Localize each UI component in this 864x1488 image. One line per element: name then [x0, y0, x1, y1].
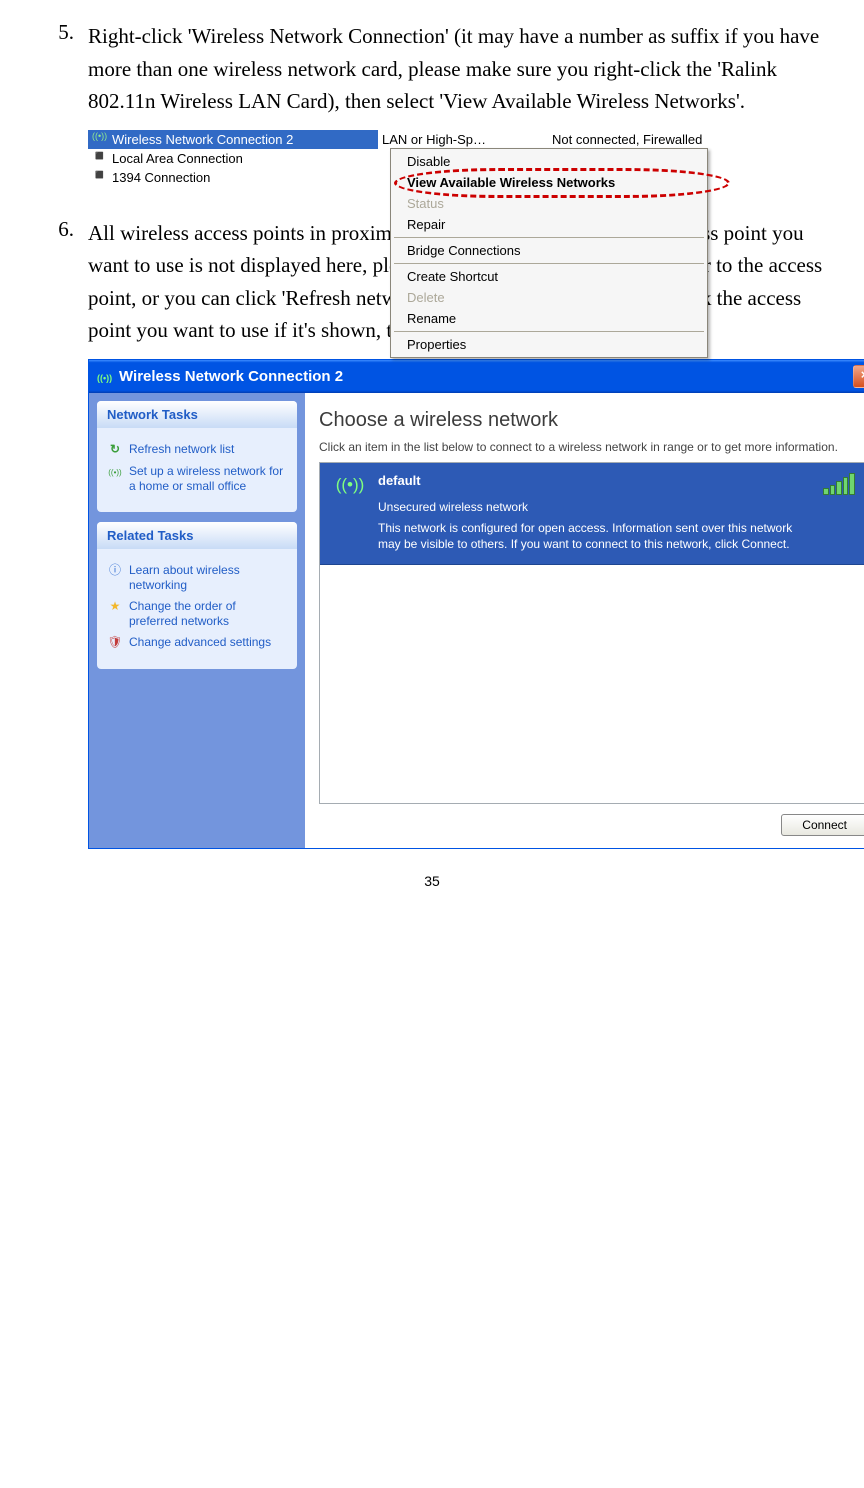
learn-wireless[interactable]: Learn about wireless networking: [107, 563, 287, 593]
step-5-text: Right-click 'Wireless Network Connection…: [88, 20, 824, 118]
menu-separator: [394, 237, 704, 238]
shield-icon: [107, 635, 123, 651]
menu-separator: [394, 331, 704, 332]
connections-list: Wireless Network Connection 2 Local Area…: [88, 130, 378, 187]
star-icon: [107, 599, 123, 615]
connection-lan[interactable]: Local Area Connection: [88, 149, 378, 168]
connection-label: Wireless Network Connection 2: [112, 132, 293, 147]
task-label: Set up a wireless network for a home or …: [129, 464, 287, 494]
main-panel: Choose a wireless network Click an item …: [305, 393, 864, 848]
refresh-icon: [107, 442, 123, 458]
step-6-number: 6.: [40, 217, 88, 347]
network-status: Unsecured wireless network: [378, 500, 813, 514]
menu-disable[interactable]: Disable: [393, 151, 705, 172]
main-title: Choose a wireless network: [319, 409, 864, 432]
change-advanced-settings[interactable]: Change advanced settings: [107, 635, 287, 651]
wifi-signal-icon: ((•)): [332, 473, 368, 552]
task-label: Refresh network list: [129, 442, 234, 457]
setup-wireless-network[interactable]: Set up a wireless network for a home or …: [107, 464, 287, 494]
task-label: Learn about wireless networking: [129, 563, 287, 593]
network-tasks-panel: Network Tasks Refresh network list Set u…: [97, 401, 297, 512]
connection-1394[interactable]: 1394 Connection: [88, 168, 378, 187]
menu-view-networks[interactable]: View Available Wireless Networks: [393, 172, 705, 193]
network-warning: This network is configured for open acce…: [378, 520, 813, 552]
step-5-number: 5.: [40, 20, 88, 118]
signal-strength-icon: [823, 475, 855, 495]
task-label: Change the order of preferred networks: [129, 599, 287, 629]
panel-header: Related Tasks: [97, 522, 297, 549]
connect-button[interactable]: Connect: [781, 814, 864, 836]
page-number: 35: [40, 873, 824, 889]
context-menu: Disable View Available Wireless Networks…: [390, 148, 708, 358]
panel-header: Network Tasks: [97, 401, 297, 428]
network-list: ((•)) default Unsecured wireless network…: [319, 462, 864, 804]
menu-separator: [394, 263, 704, 264]
close-button[interactable]: ×: [853, 365, 864, 388]
sidebar: Network Tasks Refresh network list Set u…: [89, 393, 305, 848]
refresh-network-list[interactable]: Refresh network list: [107, 442, 287, 458]
task-label: Change advanced settings: [129, 635, 271, 650]
menu-rename[interactable]: Rename: [393, 308, 705, 329]
lan-icon: [92, 170, 108, 184]
main-description: Click an item in the list below to conne…: [319, 440, 864, 454]
setup-icon: [107, 464, 123, 480]
menu-shortcut[interactable]: Create Shortcut: [393, 266, 705, 287]
titlebar: Wireless Network Connection 2 ×: [89, 360, 864, 393]
menu-repair[interactable]: Repair: [393, 214, 705, 235]
lan-icon: [92, 151, 108, 165]
wifi-icon: [92, 132, 108, 146]
menu-bridge[interactable]: Bridge Connections: [393, 240, 705, 261]
menu-delete: Delete: [393, 287, 705, 308]
menu-status: Status: [393, 193, 705, 214]
connection-status: Not connected, Firewalled: [548, 130, 823, 149]
connection-label: Local Area Connection: [112, 151, 243, 166]
screenshot-network-connections: Wireless Network Connection 2 Local Area…: [88, 130, 823, 187]
window-title: Wireless Network Connection 2: [119, 368, 343, 385]
step-5: 5. Right-click 'Wireless Network Connect…: [40, 20, 824, 118]
network-item-default[interactable]: ((•)) default Unsecured wireless network…: [320, 463, 864, 565]
wifi-icon: [97, 368, 113, 384]
change-network-order[interactable]: Change the order of preferred networks: [107, 599, 287, 629]
network-name: default: [378, 473, 813, 488]
connection-label: 1394 Connection: [112, 170, 210, 185]
connection-wireless[interactable]: Wireless Network Connection 2: [88, 130, 378, 149]
screenshot-wireless-dialog: Wireless Network Connection 2 × Network …: [88, 359, 864, 849]
menu-properties[interactable]: Properties: [393, 334, 705, 355]
connection-type: LAN or High-Sp…: [378, 130, 548, 149]
info-icon: [107, 563, 123, 579]
related-tasks-panel: Related Tasks Learn about wireless netwo…: [97, 522, 297, 669]
